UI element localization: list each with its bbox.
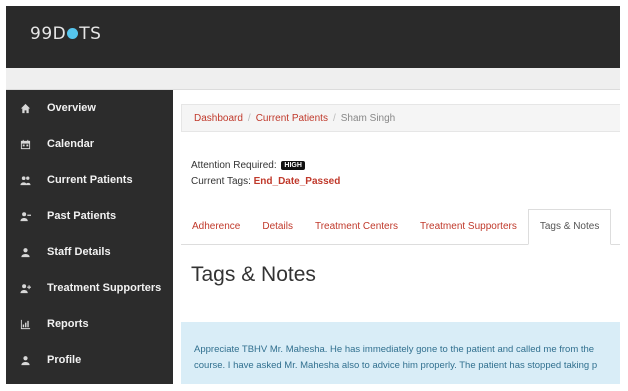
note-line: course. I have asked Mr. Mahesha also to… bbox=[194, 360, 598, 371]
brand-logo[interactable]: 99D TS bbox=[30, 24, 101, 44]
sidebar-item-label: Calendar bbox=[47, 138, 95, 150]
sidebar-item-label: Past Patients bbox=[47, 210, 117, 222]
user-icon bbox=[19, 246, 31, 258]
brand-text-suffix: TS bbox=[79, 24, 102, 44]
sidebar: Overview Calendar Current Patients Past … bbox=[6, 90, 173, 384]
sidebar-item-profile[interactable]: Profile bbox=[6, 342, 173, 378]
sidebar-item-past-patients[interactable]: Past Patients bbox=[6, 198, 173, 234]
tab-tags-notes[interactable]: Tags & Notes bbox=[527, 209, 612, 245]
sidebar-item-label: Reports bbox=[47, 318, 89, 330]
current-tags: Current Tags: End_Date_Passed bbox=[191, 176, 340, 187]
attention-label: Attention Required: bbox=[191, 160, 277, 171]
breadcrumb-separator: / bbox=[247, 113, 251, 124]
sidebar-item-current-patients[interactable]: Current Patients bbox=[6, 162, 173, 198]
sub-navbar bbox=[6, 68, 620, 90]
patient-tabs: Adherence Details Treatment Centers Trea… bbox=[181, 209, 620, 245]
sidebar-item-label: Treatment Supporters bbox=[47, 282, 162, 294]
breadcrumb-separator: / bbox=[332, 113, 336, 124]
breadcrumb-current: Sham Singh bbox=[340, 113, 396, 124]
breadcrumb-link-dashboard[interactable]: Dashboard bbox=[194, 113, 243, 124]
brand-text-prefix: 99D bbox=[30, 24, 67, 44]
attention-required: Attention Required: HIGH bbox=[191, 160, 305, 171]
app-window: 99D TS Overview Calendar Current Patients… bbox=[6, 6, 620, 384]
breadcrumb: Dashboard / Current Patients / Sham Singh bbox=[181, 104, 620, 132]
users-icon bbox=[19, 174, 31, 186]
home-icon bbox=[19, 102, 31, 114]
tab-details[interactable]: Details bbox=[251, 210, 304, 244]
current-tag-value: End_Date_Passed bbox=[253, 176, 341, 187]
tab-treatment-supporters[interactable]: Treatment Supporters bbox=[409, 210, 528, 244]
user-minus-icon bbox=[19, 210, 31, 222]
current-tags-label: Current Tags: bbox=[191, 176, 251, 187]
bar-chart-icon bbox=[19, 318, 31, 330]
tab-treatment-centers[interactable]: Treatment Centers bbox=[304, 210, 409, 244]
user-plus-icon bbox=[19, 282, 31, 294]
sidebar-item-label: Overview bbox=[47, 102, 96, 114]
user-icon bbox=[19, 354, 31, 366]
sidebar-item-label: Profile bbox=[47, 354, 82, 366]
sidebar-item-label: Current Patients bbox=[47, 174, 133, 186]
sidebar-item-treatment-supporters[interactable]: Treatment Supporters bbox=[6, 270, 173, 306]
note-line: Appreciate TBHV Mr. Mahesha. He has imme… bbox=[194, 344, 595, 355]
priority-badge: HIGH bbox=[281, 161, 305, 170]
tab-adherence[interactable]: Adherence bbox=[181, 210, 251, 244]
main-content: Dashboard / Current Patients / Sham Singh At… bbox=[173, 90, 620, 384]
sidebar-item-label: Staff Details bbox=[47, 246, 111, 258]
sidebar-item-staff-details[interactable]: Staff Details bbox=[6, 234, 173, 270]
sidebar-item-overview[interactable]: Overview bbox=[6, 90, 173, 126]
calendar-icon bbox=[19, 138, 31, 150]
sidebar-item-calendar[interactable]: Calendar bbox=[6, 126, 173, 162]
top-navbar: 99D TS bbox=[6, 6, 620, 68]
breadcrumb-link-current-patients[interactable]: Current Patients bbox=[256, 113, 328, 124]
logo-dot-icon bbox=[67, 27, 79, 39]
page-title: Tags & Notes bbox=[191, 263, 316, 286]
note-alert: Appreciate TBHV Mr. Mahesha. He has imme… bbox=[181, 322, 620, 384]
sidebar-item-reports[interactable]: Reports bbox=[6, 306, 173, 342]
